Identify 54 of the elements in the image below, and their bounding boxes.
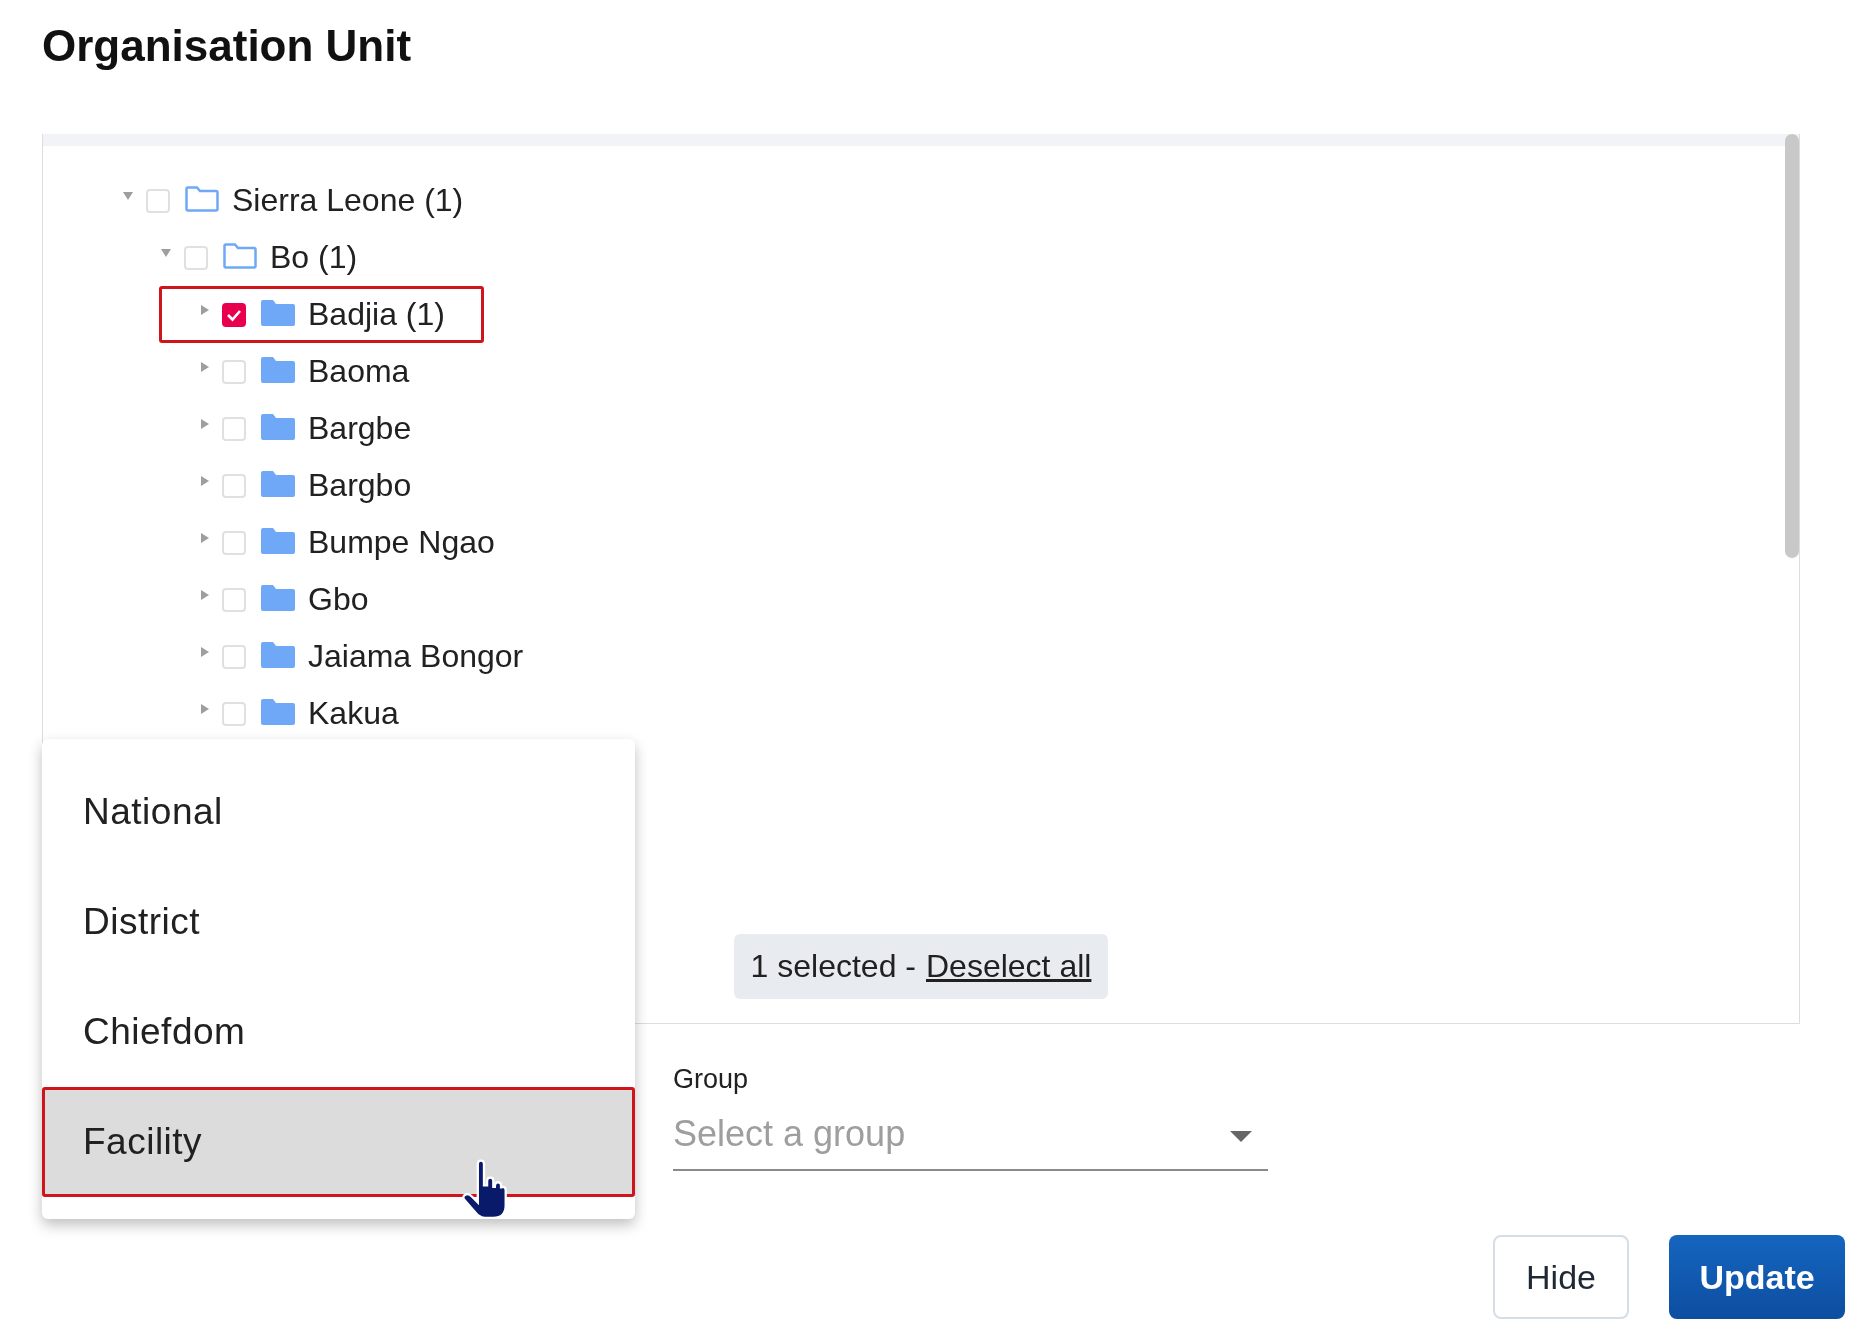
expand-caret-icon[interactable] [201, 304, 209, 315]
folder-icon [260, 469, 296, 498]
expand-caret-icon[interactable] [201, 589, 209, 600]
tree-row[interactable]: Bo (1) [121, 229, 397, 286]
tree-row[interactable]: Bumpe Ngao [159, 514, 534, 571]
org-unit-label[interactable]: Bargbo [308, 467, 412, 504]
update-button[interactable]: Update [1669, 1235, 1845, 1319]
dropdown-caret-icon [1230, 1131, 1252, 1142]
expand-caret-icon[interactable] [201, 418, 209, 429]
tree-row[interactable]: Jaiama Bongor [159, 628, 563, 685]
menu-item[interactable]: District [42, 867, 635, 977]
deselect-all-link[interactable]: Deselect all [926, 948, 1092, 985]
expand-caret-icon[interactable] [201, 646, 209, 657]
group-label: Group [673, 1064, 750, 1095]
hide-button[interactable]: Hide [1493, 1235, 1629, 1319]
tree-row[interactable]: Kakua [159, 685, 438, 742]
folder-outline-icon [184, 184, 220, 213]
group-select-field[interactable]: Select a group [673, 1109, 1268, 1171]
org-unit-label[interactable]: Jaiama Bongor [308, 638, 524, 675]
org-unit-label[interactable]: Gbo [308, 581, 369, 618]
tree-row[interactable]: Sierra Leone (1) [83, 172, 503, 229]
menu-item[interactable]: Facility [42, 1087, 635, 1197]
expand-caret-icon[interactable] [201, 475, 209, 486]
expand-caret-icon[interactable] [201, 361, 209, 372]
org-unit-label[interactable]: Sierra Leone (1) [232, 182, 464, 219]
scrollbar-thumb[interactable] [1785, 134, 1799, 558]
expand-caret-icon[interactable] [201, 703, 209, 714]
collapse-caret-icon[interactable] [123, 191, 133, 200]
tree-row[interactable]: Gbo [159, 571, 408, 628]
folder-icon [260, 412, 296, 441]
folder-icon [260, 298, 296, 327]
folder-icon [260, 640, 296, 669]
tree-row[interactable]: Bargbo [159, 457, 451, 514]
org-unit-label[interactable]: Kakua [308, 695, 399, 732]
tree-row[interactable]: Bargbe [159, 400, 451, 457]
folder-icon [260, 526, 296, 555]
folder-icon [260, 583, 296, 612]
expand-caret-icon[interactable] [201, 532, 209, 543]
selected-count-text: 1 selected - [750, 948, 916, 985]
org-unit-label[interactable]: Baoma [308, 353, 410, 390]
tree-row[interactable]: Baoma [159, 343, 449, 400]
org-unit-label[interactable]: Bargbe [308, 410, 412, 447]
menu-item[interactable]: National [42, 757, 635, 867]
org-unit-label[interactable]: Bumpe Ngao [308, 524, 495, 561]
page-title: Organisation Unit [42, 20, 413, 72]
checkbox[interactable] [222, 302, 246, 327]
collapse-caret-icon[interactable] [161, 248, 171, 257]
org-unit-label[interactable]: Badjia (1) [308, 296, 445, 333]
tree-row[interactable]: Badjia (1) [159, 286, 484, 343]
folder-icon [260, 355, 296, 384]
folder-outline-icon [222, 241, 258, 270]
org-unit-label[interactable]: Bo (1) [270, 239, 358, 276]
menu-item[interactable]: Chiefdom [42, 977, 635, 1087]
folder-icon [260, 697, 296, 726]
